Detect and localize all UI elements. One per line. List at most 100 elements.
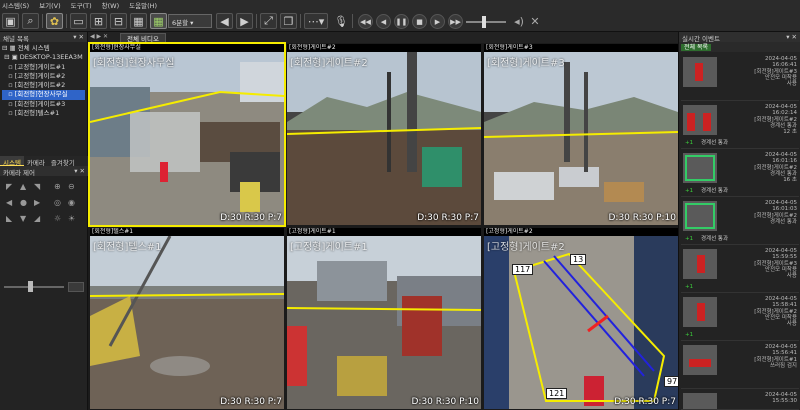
pin-close-icon[interactable]: ▾ ✕ (73, 33, 84, 41)
pause-icon[interactable]: ❚❚ (394, 14, 409, 29)
fullscreen-icon[interactable]: ⤢ (260, 13, 277, 29)
event-item[interactable]: 2024-04-05 16:01:03 [회전형]게이트#2 경계선 통과 +1 경계… (681, 198, 799, 245)
event-item[interactable]: 2024-04-05 16:01:16 [회전형]게이트#2 경계선 통과 16 초 +… (681, 150, 799, 197)
event-label: 경계선 통과 (701, 236, 729, 242)
event-item[interactable]: 2024-04-05 15:58:41 [회전형]게이트#2 안전모 미착용 사용 +1 (681, 294, 799, 341)
iris-open-icon[interactable]: ☼ (54, 214, 61, 223)
tile-header: [회전형]게이트#2 (287, 44, 481, 52)
video-tile[interactable]: [회전형]텔스#1 [회전형]텔스#1 D:30 R:30 P:7 (90, 228, 284, 409)
tile-stats: D:30 R:30 P:10 (411, 397, 479, 407)
video-frame-gate2 (287, 52, 481, 225)
event-label: 경계선 통과 (701, 188, 729, 194)
layout-9-icon[interactable]: ▦ (130, 13, 147, 29)
video-frame-tels1 (90, 236, 284, 409)
ptz-down-icon[interactable]: ▼ (20, 214, 26, 223)
tile-stats: D:30 R:30 P:7 (417, 213, 479, 223)
search-icon[interactable]: ⌕ (22, 13, 39, 29)
zoom-out-icon[interactable]: ⊖ (68, 182, 75, 191)
focus-far-icon[interactable]: ◉ (68, 198, 75, 207)
fast-forward-icon[interactable]: ▶▶ (448, 14, 463, 29)
volume-icon[interactable]: ◂) (512, 13, 526, 29)
video-tile[interactable]: [회전형]게이트#3 [회전형]게이트#3 D:30 R:30 P:10 (484, 44, 678, 225)
event-item[interactable]: 2024-04-05 16:02:14 [회전형]게이트#2 경계선 통과 12 초 +… (681, 102, 799, 149)
layout-grid-icon[interactable]: ▦ (150, 13, 167, 29)
video-grid: [회전형]현장사무실 [회전형]현장사무실 D:30 R:30 P:7 [회전형… (88, 42, 678, 410)
ptz-speed-box[interactable] (68, 282, 84, 292)
tab-all-video[interactable]: 전체 비디오 (120, 33, 166, 43)
play-icon[interactable]: ▶ (430, 14, 445, 29)
speed-slider-knob[interactable] (482, 16, 486, 28)
prev-page-icon[interactable]: ◀ (216, 13, 233, 29)
tree-item-cam[interactable]: ▫ [고정형]게이트#1 (2, 63, 85, 72)
video-tile[interactable]: [고정형]게이트#1 [고정형]게이트#1 D:30 R:30 P:10 (287, 228, 481, 409)
tree-item-cam[interactable]: ▫ [회전형]텔스#1 (2, 109, 85, 118)
layout-6-icon[interactable]: ⊟ (110, 13, 127, 29)
layout-1-icon[interactable]: ▭ (70, 13, 87, 29)
play-reverse-icon[interactable]: ◀ (376, 14, 391, 29)
video-tabs: ◀ ▶ ✕ 전체 비디오 (88, 32, 678, 43)
ptz-right-icon[interactable]: ▶ (34, 198, 40, 207)
tree-item-cam-selected[interactable]: ▫ [회전형]현장사무실 (2, 90, 85, 100)
stop-icon[interactable]: ■ (412, 14, 427, 29)
channel-list-header: 채널 목록 ▾ ✕ (0, 32, 87, 43)
channel-list-title: 채널 목록 (3, 35, 29, 43)
ptz-up-left-icon[interactable]: ◤ (6, 182, 12, 191)
mute-icon[interactable]: ✕ (528, 13, 542, 29)
event-text: 2024-04-05 15:56:41 [회전형]게이트#1 쓰러짐 검지 (754, 344, 797, 369)
tree-item-all[interactable]: ⊟ ▦ 전체 시스템 (2, 44, 85, 53)
camera-icon[interactable]: ▣ (2, 13, 19, 29)
menu-view[interactable]: 보기(V) (39, 0, 60, 10)
counter-label: 13 (570, 254, 587, 265)
menu-system[interactable]: 시스템(S) (2, 0, 29, 10)
microphone-icon[interactable]: 🎙 (334, 13, 348, 29)
tab-favorites[interactable]: 즐겨찾기 (48, 156, 78, 167)
video-tile[interactable]: [회전형]게이트#2 [회전형]게이트#2 D:30 R:30 P:7 (287, 44, 481, 225)
layout-select[interactable]: 6분할 ▾ (168, 14, 212, 28)
ptz-left-icon[interactable]: ◀ (6, 198, 12, 207)
event-item[interactable]: 2024-04-05 15:56:41 [회전형]게이트#1 쓰러짐 검지 (681, 342, 799, 389)
video-frame-office (90, 52, 284, 225)
event-text: 2024-04-05 16:01:03 [회전형]게이트#2 경계선 통과 (754, 200, 797, 225)
event-item[interactable]: 2024-04-05 15:59:55 [회전형]게이트#3 안전모 미착용 사용 +1 (681, 246, 799, 293)
pin-close-icon[interactable]: ▾ ✕ (74, 167, 85, 175)
ptz-pad: ◤ ▲ ◥ ◀ ● ▶ ◣ ▼ ◢ ⊕ ⊖ ◎ ◉ ☼ ☀ (2, 180, 86, 242)
tab-camera[interactable]: 카메라 (24, 156, 48, 167)
ptz-down-left-icon[interactable]: ◣ (6, 214, 12, 223)
ptz-up-right-icon[interactable]: ◥ (34, 182, 40, 191)
tree-item-cam[interactable]: ▫ [회전형]게이트#3 (2, 100, 85, 109)
iris-close-icon[interactable]: ☀ (68, 214, 75, 223)
focus-near-icon[interactable]: ◎ (54, 198, 61, 207)
window-icon[interactable]: ❐ (280, 13, 297, 29)
video-tile[interactable]: [고정형]게이트#2 117 13 97 121 [고정형]게이트#2 [고정형… (484, 228, 678, 409)
ptz-up-icon[interactable]: ▲ (20, 182, 26, 191)
event-panel: 실시간 이벤트 ▾ ✕ 전체 목록 2024-04-05 16:06:41 [회전형]… (678, 32, 800, 410)
ptz-down-right-icon[interactable]: ◢ (34, 214, 40, 223)
tile-stats: D:30 R:30 P:10 (608, 213, 676, 223)
pin-close-icon[interactable]: ▾ ✕ (786, 33, 797, 41)
layout-select-value: 6분할 (172, 19, 189, 27)
ptz-speed-knob[interactable] (28, 281, 33, 292)
tile-overlay-name: [회전형]게이트#3 (487, 58, 565, 69)
next-page-icon[interactable]: ▶ (236, 13, 253, 29)
tree-item-desktop[interactable]: ⊟ ▣ DESKTOP-13EEA3M (2, 53, 85, 62)
menu-tools[interactable]: 도구(T) (71, 0, 92, 10)
menu-window[interactable]: 창(W) (102, 0, 119, 10)
event-item[interactable]: 2024-04-05 16:06:41 [회전형]게이트#3 안전모 미착용 사용 (681, 54, 799, 101)
tree-item-cam[interactable]: ▫ [고정형]게이트#2 (2, 72, 85, 81)
speed-slider[interactable] (466, 21, 506, 23)
more-options-icon[interactable]: ⋯▾ (304, 13, 328, 29)
layout-4-icon[interactable]: ⊞ (90, 13, 107, 29)
event-item[interactable]: 2024-04-05 15:55:30 (681, 390, 799, 410)
tab-system[interactable]: 시스템 (0, 156, 24, 167)
video-tile[interactable]: [회전형]현장사무실 [회전형]현장사무실 D:30 R:30 P:7 (88, 42, 286, 227)
video-frame-fixed-gate1 (287, 236, 481, 409)
rewind-icon[interactable]: ◀◀ (358, 14, 373, 29)
menu-help[interactable]: 도움말(H) (129, 0, 157, 10)
tab-nav-icons[interactable]: ◀ ▶ ✕ (90, 33, 108, 40)
ptz-home-icon[interactable]: ● (20, 198, 27, 207)
settings-gear-icon[interactable]: ✿ (46, 13, 63, 29)
ptz-speed-slider[interactable] (4, 286, 64, 288)
tab-all-events[interactable]: 전체 목록 (681, 44, 711, 51)
zoom-in-icon[interactable]: ⊕ (54, 182, 61, 191)
event-count: +1 (685, 140, 694, 146)
